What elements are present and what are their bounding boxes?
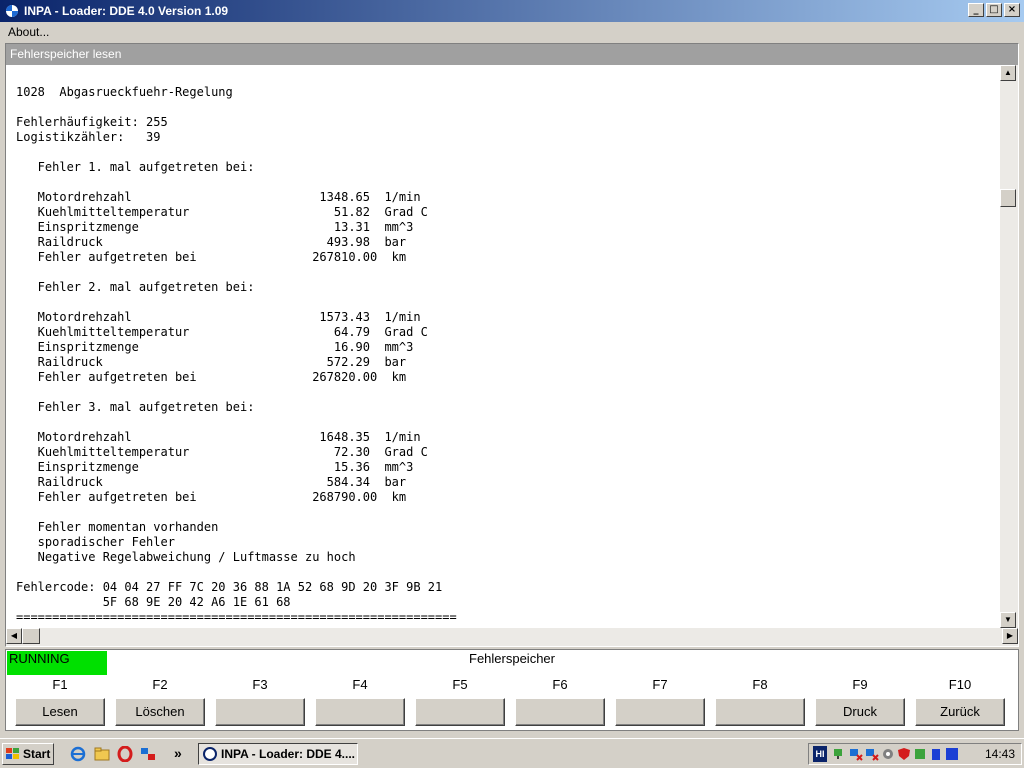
- system-tray: HI 14:43: [808, 743, 1022, 765]
- lesen-button[interactable]: Lesen: [15, 698, 105, 726]
- taskbar: Start » INPA - Loader: DDE 4.... HI 14:4…: [0, 738, 1024, 768]
- battery-icon[interactable]: [929, 747, 943, 761]
- fkey-label-f10: F10: [948, 677, 972, 692]
- f4-button[interactable]: [315, 698, 405, 726]
- taskbar-item-inpa[interactable]: INPA - Loader: DDE 4....: [198, 743, 358, 765]
- tray-app-icon[interactable]: [913, 747, 927, 761]
- scroll-up-icon[interactable]: ▲: [1000, 65, 1016, 81]
- fkey-label-f9: F9: [852, 677, 868, 692]
- fkey-label-f2: F2: [152, 677, 168, 692]
- network-disconnected-icon[interactable]: [865, 747, 879, 761]
- bmw-app-icon[interactable]: [4, 3, 20, 19]
- windows-logo-icon: [6, 748, 19, 759]
- fault-memory-output: 1028 Abgasrueckfuehr-Regelung Fehlerhäuf…: [6, 65, 1000, 628]
- settings-tray-icon[interactable]: [881, 747, 895, 761]
- horizontal-scroll-thumb[interactable]: [22, 628, 40, 644]
- folder-icon[interactable]: [94, 746, 110, 762]
- fkey-label-f6: F6: [552, 677, 568, 692]
- window-title: INPA - Loader: DDE 4.0 Version 1.09: [24, 4, 229, 18]
- scroll-right-icon[interactable]: ▶: [1002, 628, 1018, 644]
- shield-icon[interactable]: [897, 747, 911, 761]
- taskbar-item-label: INPA - Loader: DDE 4....: [221, 747, 356, 761]
- menu-about[interactable]: About...: [8, 25, 49, 39]
- fkey-label-f3: F3: [252, 677, 268, 692]
- opera-icon[interactable]: [117, 746, 133, 762]
- monitor-icon[interactable]: [945, 747, 959, 761]
- druck-button[interactable]: Druck: [815, 698, 905, 726]
- loeschen-button[interactable]: Löschen: [115, 698, 205, 726]
- horizontal-scrollbar[interactable]: ◀ ▶: [6, 628, 1018, 646]
- network-icon[interactable]: [140, 746, 156, 762]
- fkey-label-f1: F1: [52, 677, 68, 692]
- f6-button[interactable]: [515, 698, 605, 726]
- fault-memory-text: 1028 Abgasrueckfuehr-Regelung Fehlerhäuf…: [16, 85, 457, 624]
- quicklaunch-more-icon[interactable]: »: [174, 745, 182, 761]
- start-button[interactable]: Start: [2, 743, 54, 765]
- f8-button[interactable]: [715, 698, 805, 726]
- network-tray-icon[interactable]: [833, 747, 847, 761]
- bmw-app-icon: [203, 747, 217, 761]
- fkey-label-f5: F5: [452, 677, 468, 692]
- function-key-area: Fehlerspeicher RUNNING F1 F2 F3 F4 F5 F6…: [5, 649, 1019, 731]
- main-panel: Fehlerspeicher lesen 1028 Abgasrueckfueh…: [5, 43, 1019, 647]
- screen-title: Fehlerspeicher: [469, 651, 555, 666]
- maximize-button[interactable]: □: [986, 3, 1002, 17]
- title-bar[interactable]: INPA - Loader: DDE 4.0 Version 1.09 _ □ …: [0, 0, 1024, 22]
- zurueck-button[interactable]: Zurück: [915, 698, 1005, 726]
- fkey-label-f7: F7: [652, 677, 668, 692]
- scroll-down-icon[interactable]: ▼: [1000, 612, 1016, 628]
- close-button[interactable]: ×: [1004, 3, 1020, 17]
- running-status-badge: RUNNING: [7, 651, 107, 675]
- clock[interactable]: 14:43: [985, 747, 1015, 761]
- f3-button[interactable]: [215, 698, 305, 726]
- menu-bar: About...: [0, 22, 1024, 41]
- f7-button[interactable]: [615, 698, 705, 726]
- vertical-scrollbar[interactable]: ▲ ▼: [1000, 65, 1018, 628]
- fkey-label-f8: F8: [752, 677, 768, 692]
- fkey-label-f4: F4: [352, 677, 368, 692]
- network-disconnected-icon[interactable]: [849, 747, 863, 761]
- minimize-button[interactable]: _: [968, 3, 984, 17]
- internet-explorer-icon[interactable]: [70, 746, 86, 762]
- panel-title: Fehlerspeicher lesen: [6, 44, 1018, 65]
- language-indicator[interactable]: HI: [813, 746, 827, 762]
- scroll-left-icon[interactable]: ◀: [6, 628, 22, 644]
- f5-button[interactable]: [415, 698, 505, 726]
- vertical-scroll-thumb[interactable]: [1000, 189, 1016, 207]
- start-label: Start: [23, 747, 51, 761]
- window-controls: _ □ ×: [968, 3, 1020, 17]
